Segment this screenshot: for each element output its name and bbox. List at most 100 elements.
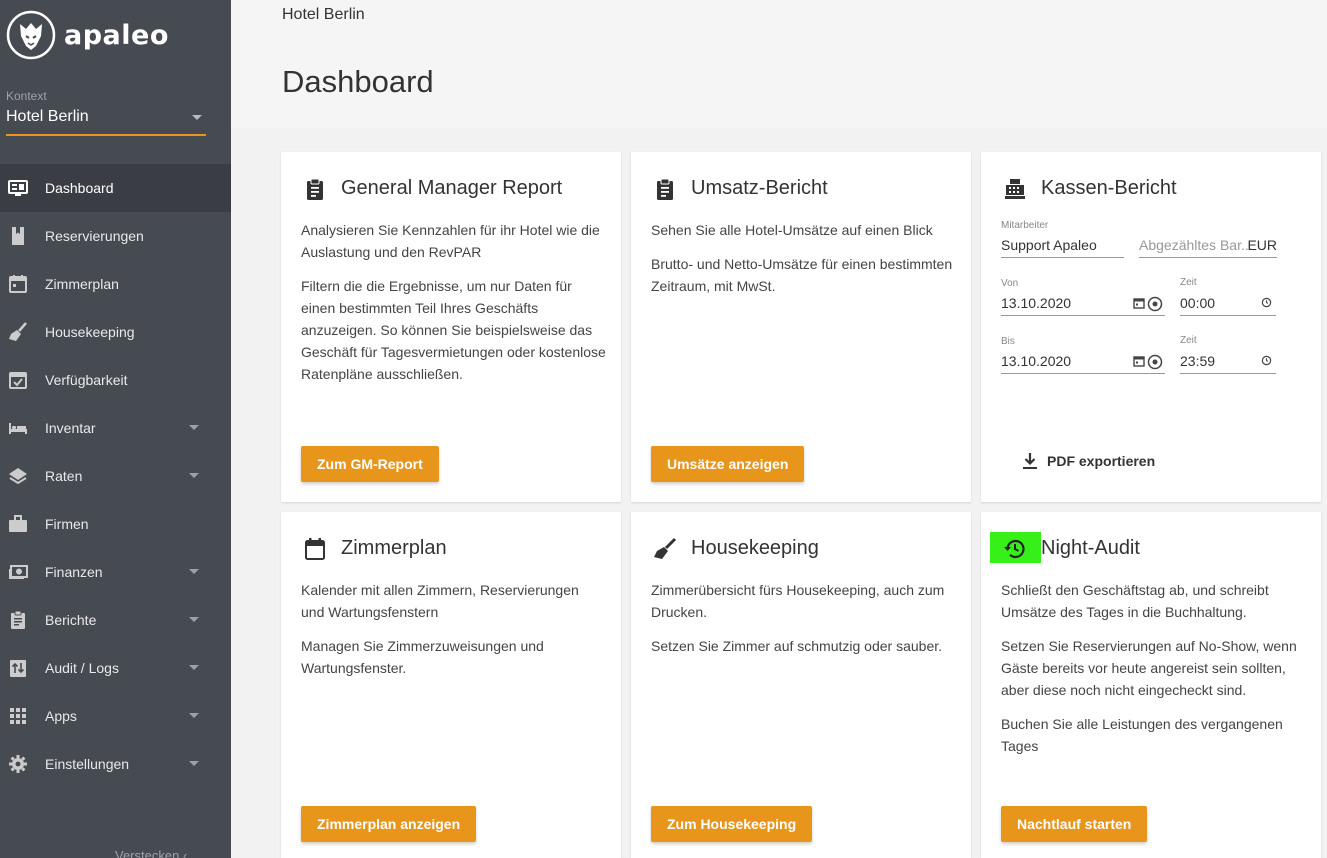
sidebar-item-label: Apps [45, 708, 77, 724]
sidebar-item-label: Raten [45, 468, 83, 484]
pdf-export-label: PDF exportieren [1047, 453, 1156, 469]
housekeeping-button[interactable]: Zum Housekeeping [651, 806, 813, 842]
cash-register-icon [1005, 179, 1025, 199]
card-description: Kalender mit allen Zimmern, Reservierung… [301, 582, 579, 620]
card-description: Sehen Sie alle Hotel-Umsätze auf einen B… [651, 222, 933, 238]
clipboard-icon [11, 610, 25, 629]
to-time-value: 23:59 [1180, 353, 1216, 369]
chevron-down-icon [189, 665, 199, 670]
chevron-down-icon [189, 473, 199, 478]
calendar-icon [305, 538, 325, 560]
context-value: Hotel Berlin [6, 108, 89, 125]
pdf-export-button[interactable]: PDF exportieren [1021, 452, 1155, 470]
housekeeping-card: Housekeeping Zimmerübersicht fürs Housek… [631, 512, 971, 858]
sidebar-item-label: Housekeeping [45, 324, 135, 340]
employee-field[interactable]: Support Apaleo [1001, 234, 1124, 258]
sidebar-item-apps[interactable]: Apps [0, 692, 231, 740]
sidebar-item-finanzen[interactable]: Finanzen [0, 548, 231, 596]
page-title: Dashboard [282, 64, 434, 99]
clock-icon[interactable] [1261, 297, 1272, 308]
to-date-field[interactable]: 13.10.2020 [1001, 350, 1165, 374]
sidebar-item-label: Finanzen [45, 564, 103, 580]
card-description: Managen Sie Zimmerzuweisungen und Wartun… [301, 638, 544, 676]
sidebar-item-label: Verfügbarkeit [45, 372, 128, 388]
history-icon [1004, 539, 1025, 559]
context-label: Kontext [6, 89, 47, 103]
gm-report-card: General Manager Report Analysieren Sie K… [281, 152, 621, 502]
sidebar-item-berichte[interactable]: Berichte [0, 596, 231, 644]
sidebar: apaleo Kontext Hotel Berlin Dashboard Re… [0, 0, 231, 858]
from-date-label: Von [1001, 278, 1019, 289]
sidebar-item-label: Firmen [45, 516, 89, 532]
sidebar-item-label: Zimmerplan [45, 276, 119, 292]
night-audit-card: Night-Audit Schließt den Geschäftstag ab… [981, 512, 1321, 858]
currency-suffix: EUR [1247, 237, 1277, 253]
gm-report-button[interactable]: Zum GM-Report [301, 446, 439, 482]
chevron-down-icon [192, 115, 202, 120]
to-date-label: Bis [1001, 336, 1015, 347]
briefcase-icon [9, 515, 27, 532]
sidebar-item-label: Dashboard [45, 180, 114, 196]
from-time-value: 00:00 [1180, 295, 1216, 311]
sidebar-item-raten[interactable]: Raten [0, 452, 231, 500]
clock-icon[interactable] [1147, 354, 1163, 370]
sidebar-item-label: Reservierungen [45, 228, 144, 244]
apaleo-logo[interactable]: apaleo [6, 10, 169, 60]
bed-icon [9, 423, 27, 434]
clipboard-icon [657, 178, 673, 200]
gear-icon [9, 755, 27, 773]
card-description: Analysieren Sie Kennzahlen für ihr Hotel… [301, 222, 600, 260]
sidebar-item-housekeeping[interactable]: Housekeeping [0, 308, 231, 356]
start-night-audit-button[interactable]: Nachtlauf starten [1001, 806, 1148, 842]
card-title: Housekeeping [691, 537, 819, 559]
show-roomplan-button[interactable]: Zimmerplan anzeigen [301, 806, 477, 842]
sidebar-item-einstellungen[interactable]: Einstellungen [0, 740, 231, 788]
from-date-field[interactable]: 13.10.2020 [1001, 292, 1165, 316]
clock-icon[interactable] [1147, 296, 1163, 312]
calendar-icon [9, 275, 27, 293]
revenue-report-card: Umsatz-Bericht Sehen Sie alle Hotel-Umsä… [631, 152, 971, 502]
event-available-icon [9, 372, 27, 389]
dashboard-content: General Manager Report Analysieren Sie K… [231, 128, 1327, 858]
sidebar-item-inventar[interactable]: Inventar [0, 404, 231, 452]
calendar-icon[interactable] [1133, 297, 1145, 309]
chevron-down-icon [189, 617, 199, 622]
swap-vert-icon [10, 660, 26, 677]
context-select[interactable]: Hotel Berlin [6, 108, 206, 136]
sidebar-item-label: Einstellungen [45, 756, 130, 772]
lion-logo-icon [6, 10, 56, 60]
chevron-down-icon [189, 425, 199, 430]
apps-grid-icon [10, 708, 26, 724]
sidebar-item-firmen[interactable]: Firmen [0, 500, 231, 548]
from-time-field[interactable]: 00:00 [1180, 292, 1276, 316]
sidebar-item-audit-logs[interactable]: Audit / Logs [0, 644, 231, 692]
chevron-left-icon: ‹ [182, 848, 188, 858]
card-description: Schließt den Geschäftstag ab, und schrei… [1001, 582, 1269, 620]
hide-sidebar-link[interactable]: Verstecken ‹ [115, 848, 187, 858]
card-description: Setzen Sie Reservierungen auf No-Show, w… [1001, 638, 1297, 698]
layers-icon [9, 468, 27, 485]
calendar-icon[interactable] [1133, 355, 1145, 367]
card-title: Kassen-Bericht [1041, 177, 1177, 199]
card-description: Zimmerübersicht fürs Housekeeping, auch … [651, 582, 945, 620]
to-time-field[interactable]: 23:59 [1180, 350, 1276, 374]
sidebar-item-label: Audit / Logs [45, 660, 119, 676]
counted-cash-field[interactable]: Abgezähltes Bar... EUR [1139, 234, 1277, 258]
book-icon [12, 227, 24, 245]
dashboard-icon [8, 180, 28, 196]
sidebar-item-verfuegbarkeit[interactable]: Verfügbarkeit [0, 356, 231, 404]
chevron-down-icon [189, 569, 199, 574]
from-date-value: 13.10.2020 [1001, 295, 1072, 311]
show-revenue-button[interactable]: Umsätze anzeigen [651, 446, 805, 482]
clock-icon[interactable] [1261, 355, 1272, 366]
page-header: Hotel Berlin Dashboard [231, 0, 1327, 128]
broom-icon [9, 322, 27, 341]
sidebar-item-reservierungen[interactable]: Reservierungen [0, 212, 231, 260]
sidebar-item-zimmerplan[interactable]: Zimmerplan [0, 260, 231, 308]
sidebar-item-dashboard[interactable]: Dashboard [0, 164, 231, 212]
money-icon [9, 565, 28, 579]
breadcrumb[interactable]: Hotel Berlin [282, 6, 365, 24]
from-time-label: Zeit [1180, 277, 1197, 288]
employee-label: Mitarbeiter [1001, 220, 1049, 231]
sidebar-item-label: Berichte [45, 612, 97, 628]
